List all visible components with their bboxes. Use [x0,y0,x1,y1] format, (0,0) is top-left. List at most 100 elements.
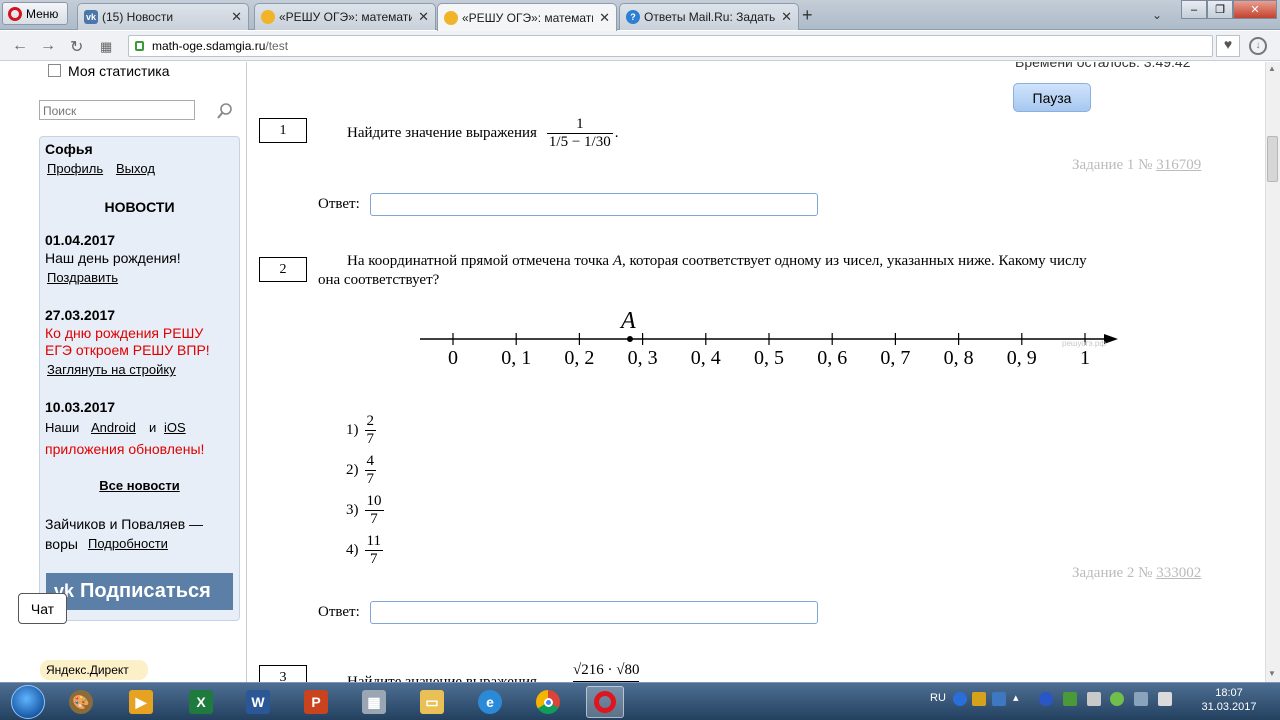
tab-menu-chevron-icon[interactable]: ⌄ [1152,8,1162,22]
wifi-icon[interactable] [1134,692,1148,706]
option-fraction: 10 7 [364,492,384,528]
details-link[interactable]: Подробности [88,536,168,551]
logout-link[interactable]: Выход [116,161,155,176]
option[interactable]: 4) 11 7 [346,530,384,570]
fraction-numerator: 10 [366,492,382,509]
tab-vk-news[interactable]: vk (15) Новости ✕ [77,3,249,30]
network-icon[interactable] [992,692,1006,706]
taskbar-internet-explorer[interactable]: e [471,686,509,718]
search-input[interactable] [39,100,195,120]
vk-subscribe-button[interactable]: vk Подписаться [46,573,233,610]
ios-link[interactable]: iOS [164,420,186,435]
internet-explorer-icon: e [478,690,502,714]
profile-link[interactable]: Профиль [47,161,103,176]
tab-title: «РЕШУ ОГЭ»: математика [462,10,593,25]
taskbar-explorer[interactable]: ▭ [413,686,451,718]
question-number: 1 [259,118,307,143]
scroll-up-arrow-icon[interactable]: ▲ [1268,64,1276,73]
scroll-down-arrow-icon[interactable]: ▼ [1268,669,1276,678]
scrollbar-thumb[interactable] [1267,136,1278,182]
my-statistics-link[interactable]: Моя статистика [68,63,170,79]
tab-mail-answers[interactable]: ? Ответы Mail.Ru: Задать во ✕ [619,3,799,30]
tab-reshu-oge-2[interactable]: «РЕШУ ОГЭ»: математика ✕ [437,3,617,31]
clock-date: 31.03.2017 [1201,701,1257,713]
taskbar-word[interactable]: W [239,686,277,718]
search-icon[interactable] [216,102,234,120]
bookmark-heart-icon[interactable]: ♥ [1216,35,1240,57]
flag-icon[interactable] [972,692,986,706]
opera-icon [593,690,617,714]
restore-window-icon[interactable]: ❐ [1207,0,1233,19]
language-indicator[interactable]: RU [930,692,946,704]
minimize-window-icon[interactable]: – [1181,0,1207,19]
point-a-label: A [619,308,636,334]
new-tab-plus-icon[interactable]: + [802,5,813,26]
paint-icon: 🎨 [69,690,93,714]
media-player-icon: ▶ [129,690,153,714]
tab-title: «РЕШУ ОГЭ»: математика [279,10,412,24]
volume-icon[interactable] [1158,692,1172,706]
fraction-denominator: 7 [364,429,376,447]
construction-link[interactable]: Заглянуть на стройку [47,362,176,377]
security-icon[interactable] [1063,692,1077,706]
answer-label: Ответ: [318,604,360,620]
fraction: 1 1/5 − 1/30 [546,116,613,151]
close-tab-icon[interactable]: ✕ [781,9,792,25]
fraction-denominator: 7 [364,469,376,487]
help-icon[interactable] [953,692,967,706]
system-clock[interactable]: 18:07 31.03.2017 [1196,686,1262,714]
taskbar-opera[interactable] [586,686,624,718]
option-number: 1) [346,421,359,438]
url-field[interactable]: math-oge.sdamgia.ru/test [128,35,1213,57]
word-icon: W [246,690,270,714]
close-window-icon[interactable]: ✕ [1233,0,1277,19]
question-number: 2 [259,257,307,282]
taskbar-excel[interactable]: X [182,686,220,718]
tab-reshu-oge-1[interactable]: «РЕШУ ОГЭ»: математика ✕ [254,3,436,30]
taskbar-chrome[interactable] [529,686,567,718]
task-id-link[interactable]: 333002 [1156,565,1201,581]
answer-input-1[interactable] [370,193,818,216]
answer-options: 1) 27 2) 47 3) 10 7 4) 11 7 [346,410,384,570]
all-news-link[interactable]: Все новости [40,478,239,493]
close-tab-icon[interactable]: ✕ [418,9,429,25]
display-icon[interactable] [1087,692,1101,706]
sdamgia-icon [444,10,458,25]
tab-title: (15) Новости [102,10,174,24]
speed-dial-grid-icon[interactable]: ▦ [100,39,112,55]
statistics-checkbox[interactable] [48,64,61,77]
question-text: Найдите значение выражения [347,674,537,682]
bluetooth-icon[interactable] [1039,692,1053,706]
option[interactable]: 3) 10 7 [346,490,384,530]
pause-button[interactable]: Пауза [1013,83,1091,112]
user-news-panel: Софья Профиль Выход НОВОСТИ 01.04.2017 Н… [39,136,240,621]
reload-icon[interactable]: ↻ [70,37,83,57]
option-number: 2) [346,461,359,478]
question-text-body: Найдите значение выражения [347,125,537,141]
tray-expand-icon[interactable]: ▴ [1013,691,1019,704]
battery-icon[interactable] [1110,692,1124,706]
yandex-direct-label[interactable]: Яндекс.Директ [40,660,148,680]
watermark: решуогэ.рф [1062,339,1106,348]
excel-icon: X [189,690,213,714]
start-button[interactable] [2,683,54,720]
option[interactable]: 2) 47 [346,450,384,490]
congratulate-link[interactable]: Поздравить [47,270,118,285]
news-text: приложения обновлены! [45,441,205,457]
taskbar-calculator[interactable]: ▦ [355,686,393,718]
opera-menu-button[interactable]: Меню [2,2,68,25]
taskbar-paint[interactable]: 🎨 [62,686,100,718]
download-icon[interactable]: ↓ [1249,37,1267,55]
close-tab-icon[interactable]: ✕ [599,10,610,26]
taskbar-media-player[interactable]: ▶ [122,686,160,718]
close-tab-icon[interactable]: ✕ [231,9,242,25]
taskbar-powerpoint[interactable]: P [297,686,335,718]
back-arrow-icon[interactable]: ← [12,37,28,55]
answer-input-2[interactable] [370,601,818,624]
chat-button[interactable]: Чат [18,593,67,624]
point-label: A [612,253,623,269]
forward-arrow-icon[interactable]: → [40,37,56,55]
android-link[interactable]: Android [91,420,136,435]
task-id-link[interactable]: 316709 [1156,157,1201,173]
option[interactable]: 1) 27 [346,410,384,450]
